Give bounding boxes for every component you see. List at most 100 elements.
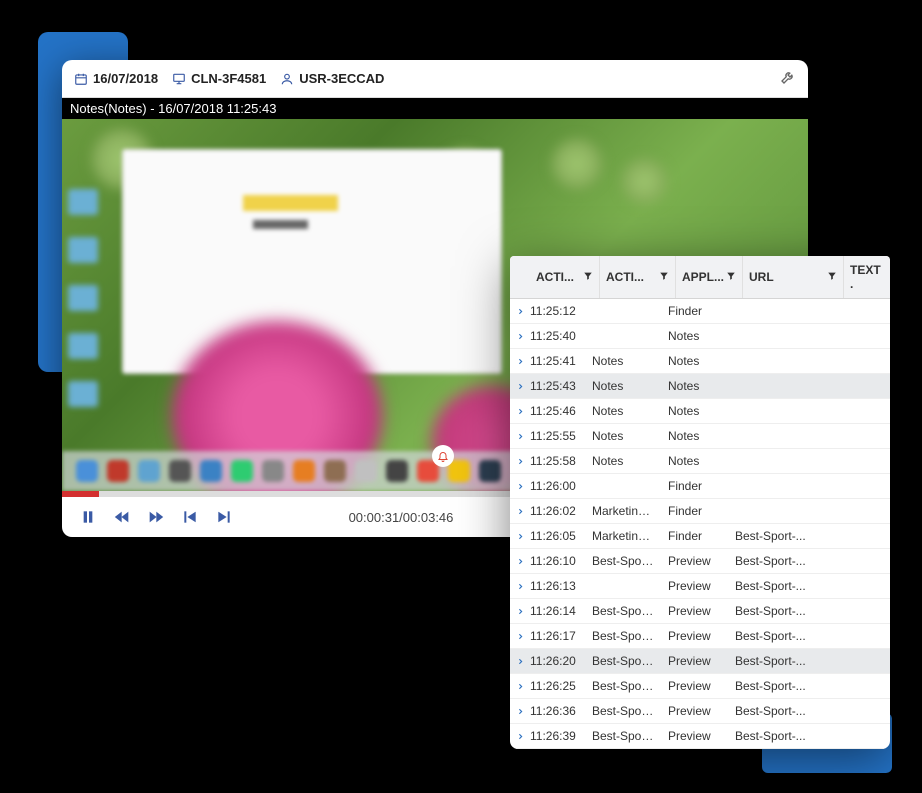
table-row[interactable]: 11:26:14 Best-Sport-... Preview Best-Spo…	[510, 599, 890, 624]
cell-text	[830, 481, 876, 491]
cell-time: 11:26:02	[530, 499, 586, 523]
column-header-activity[interactable]: ACTI...	[600, 256, 676, 298]
column-header-time[interactable]: ACTI...	[530, 256, 600, 298]
column-header-text[interactable]: TEXT .	[844, 256, 890, 298]
table-row[interactable]: 11:25:55 Notes Notes	[510, 424, 890, 449]
table-row[interactable]: 11:26:17 Best-Sport-... Preview Best-Spo…	[510, 624, 890, 649]
cell-url: Best-Sport-...	[729, 574, 830, 598]
filter-icon[interactable]	[827, 270, 837, 284]
cell-url: Best-Sport-...	[729, 699, 830, 723]
recording-title: Notes(Notes) - 16/07/2018 11:25:43	[70, 101, 276, 116]
cell-time: 11:25:12	[530, 299, 586, 323]
cell-activity	[586, 581, 662, 591]
forward-button[interactable]	[148, 509, 164, 525]
table-body: 11:25:12 Finder 11:25:40 Notes 11:25:41 …	[510, 299, 890, 749]
expand-icon[interactable]	[510, 357, 530, 366]
table-row[interactable]: 11:26:25 Best-Sport-... Preview Best-Spo…	[510, 674, 890, 699]
table-row[interactable]: 11:25:40 Notes	[510, 324, 890, 349]
header-client-value: CLN-3F4581	[191, 71, 266, 86]
cell-time: 11:26:05	[530, 524, 586, 548]
expand-icon[interactable]	[510, 407, 530, 416]
cell-activity: Best-Sport-...	[586, 624, 662, 648]
column-header-url[interactable]: URL	[743, 256, 844, 298]
alert-marker[interactable]	[432, 445, 454, 467]
cell-text	[830, 706, 876, 716]
cell-url: Best-Sport-...	[729, 674, 830, 698]
expand-icon[interactable]	[510, 532, 530, 541]
rewind-button[interactable]	[114, 509, 130, 525]
expand-icon[interactable]	[510, 382, 530, 391]
cell-time: 11:26:39	[530, 724, 586, 748]
expand-icon[interactable]	[510, 307, 530, 316]
expand-icon[interactable]	[510, 582, 530, 591]
expand-icon[interactable]	[510, 657, 530, 666]
expand-icon[interactable]	[510, 707, 530, 716]
cell-activity: Notes	[586, 424, 662, 448]
header-date-value: 16/07/2018	[93, 71, 158, 86]
table-row[interactable]: 11:25:46 Notes Notes	[510, 399, 890, 424]
table-row[interactable]: 11:26:13 Preview Best-Sport-...	[510, 574, 890, 599]
monitor-icon	[172, 72, 186, 86]
cell-text	[830, 306, 876, 316]
table-row[interactable]: 11:26:36 Best-Sport-... Preview Best-Spo…	[510, 699, 890, 724]
expand-icon[interactable]	[510, 607, 530, 616]
cell-time: 11:25:43	[530, 374, 586, 398]
table-row[interactable]: 11:25:41 Notes Notes	[510, 349, 890, 374]
expand-icon[interactable]	[510, 632, 530, 641]
cell-app: Preview	[662, 649, 729, 673]
cell-activity: Best-Sport-...	[586, 649, 662, 673]
cell-activity: Notes	[586, 349, 662, 373]
cell-activity: Best-Sport-...	[586, 699, 662, 723]
cell-time: 11:25:55	[530, 424, 586, 448]
expand-icon[interactable]	[510, 507, 530, 516]
filter-icon[interactable]	[583, 270, 593, 284]
table-row[interactable]: 11:26:02 Marketing_b... Finder	[510, 499, 890, 524]
table-row[interactable]: 11:26:10 Best-Sport-... Preview Best-Spo…	[510, 549, 890, 574]
skip-start-button[interactable]	[182, 509, 198, 525]
cell-app: Preview	[662, 624, 729, 648]
cell-activity: Notes	[586, 374, 662, 398]
cell-text	[830, 431, 876, 441]
cell-url	[729, 481, 830, 491]
cell-url	[729, 431, 830, 441]
cell-time: 11:26:36	[530, 699, 586, 723]
column-header-app[interactable]: APPL...	[676, 256, 743, 298]
cell-app: Finder	[662, 299, 729, 323]
skip-end-button[interactable]	[216, 509, 232, 525]
cell-time: 11:25:46	[530, 399, 586, 423]
table-row[interactable]: 11:25:43 Notes Notes	[510, 374, 890, 399]
cell-app: Preview	[662, 724, 729, 748]
recording-title-bar: Notes(Notes) - 16/07/2018 11:25:43	[62, 98, 808, 119]
expand-icon[interactable]	[510, 432, 530, 441]
table-row[interactable]: 11:25:58 Notes Notes	[510, 449, 890, 474]
filter-icon[interactable]	[659, 270, 669, 284]
cell-url	[729, 456, 830, 466]
table-row[interactable]: 11:26:20 Best-Sport-... Preview Best-Spo…	[510, 649, 890, 674]
table-row[interactable]: 11:25:12 Finder	[510, 299, 890, 324]
cell-app: Notes	[662, 349, 729, 373]
filter-icon[interactable]	[726, 270, 736, 284]
cell-app: Preview	[662, 699, 729, 723]
cell-time: 11:26:00	[530, 474, 586, 498]
expand-icon[interactable]	[510, 457, 530, 466]
expand-icon[interactable]	[510, 682, 530, 691]
settings-button[interactable]	[780, 69, 796, 88]
cell-app: Finder	[662, 474, 729, 498]
table-header: ACTI... ACTI... APPL... URL TEXT .	[510, 256, 890, 299]
pause-button[interactable]	[80, 509, 96, 525]
expand-icon[interactable]	[510, 557, 530, 566]
cell-url	[729, 406, 830, 416]
table-row[interactable]: 11:26:39 Best-Sport-... Preview Best-Spo…	[510, 724, 890, 749]
cell-url: Best-Sport-...	[729, 724, 830, 748]
cell-text	[830, 606, 876, 616]
expand-icon[interactable]	[510, 332, 530, 341]
expand-icon[interactable]	[510, 482, 530, 491]
header-client: CLN-3F4581	[172, 71, 266, 86]
table-row[interactable]: 11:26:00 Finder	[510, 474, 890, 499]
expand-icon[interactable]	[510, 732, 530, 741]
cell-text	[830, 331, 876, 341]
cell-app: Notes	[662, 324, 729, 348]
table-row[interactable]: 11:26:05 Marketing_b... Finder Best-Spor…	[510, 524, 890, 549]
header-date: 16/07/2018	[74, 71, 158, 86]
cell-time: 11:26:17	[530, 624, 586, 648]
